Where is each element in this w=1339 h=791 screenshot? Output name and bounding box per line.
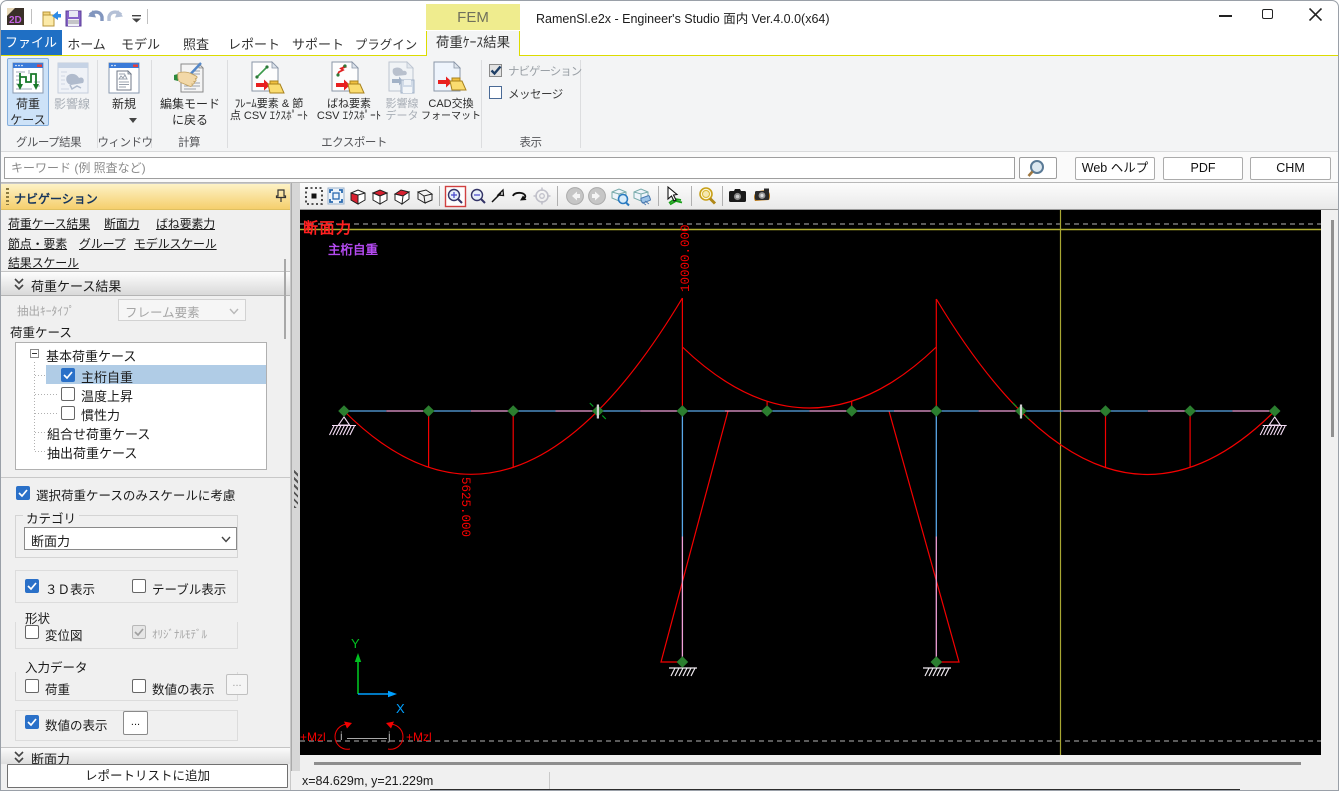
svg-text:j: j xyxy=(387,729,391,743)
svg-text:断面力: 断面力 xyxy=(303,219,353,237)
svg-text:+Mzl: +Mzl xyxy=(406,730,432,744)
svg-text:+Mzl: +Mzl xyxy=(300,730,326,744)
svg-text:X: X xyxy=(396,701,405,716)
svg-text:5625.000: 5625.000 xyxy=(458,477,472,537)
svg-text:i: i xyxy=(340,729,343,743)
svg-text:主桁自重: 主桁自重 xyxy=(328,242,379,257)
svg-text:2D: 2D xyxy=(9,15,22,26)
svg-text:10000.000: 10000.000 xyxy=(679,224,693,292)
svg-text:Y: Y xyxy=(351,636,360,651)
